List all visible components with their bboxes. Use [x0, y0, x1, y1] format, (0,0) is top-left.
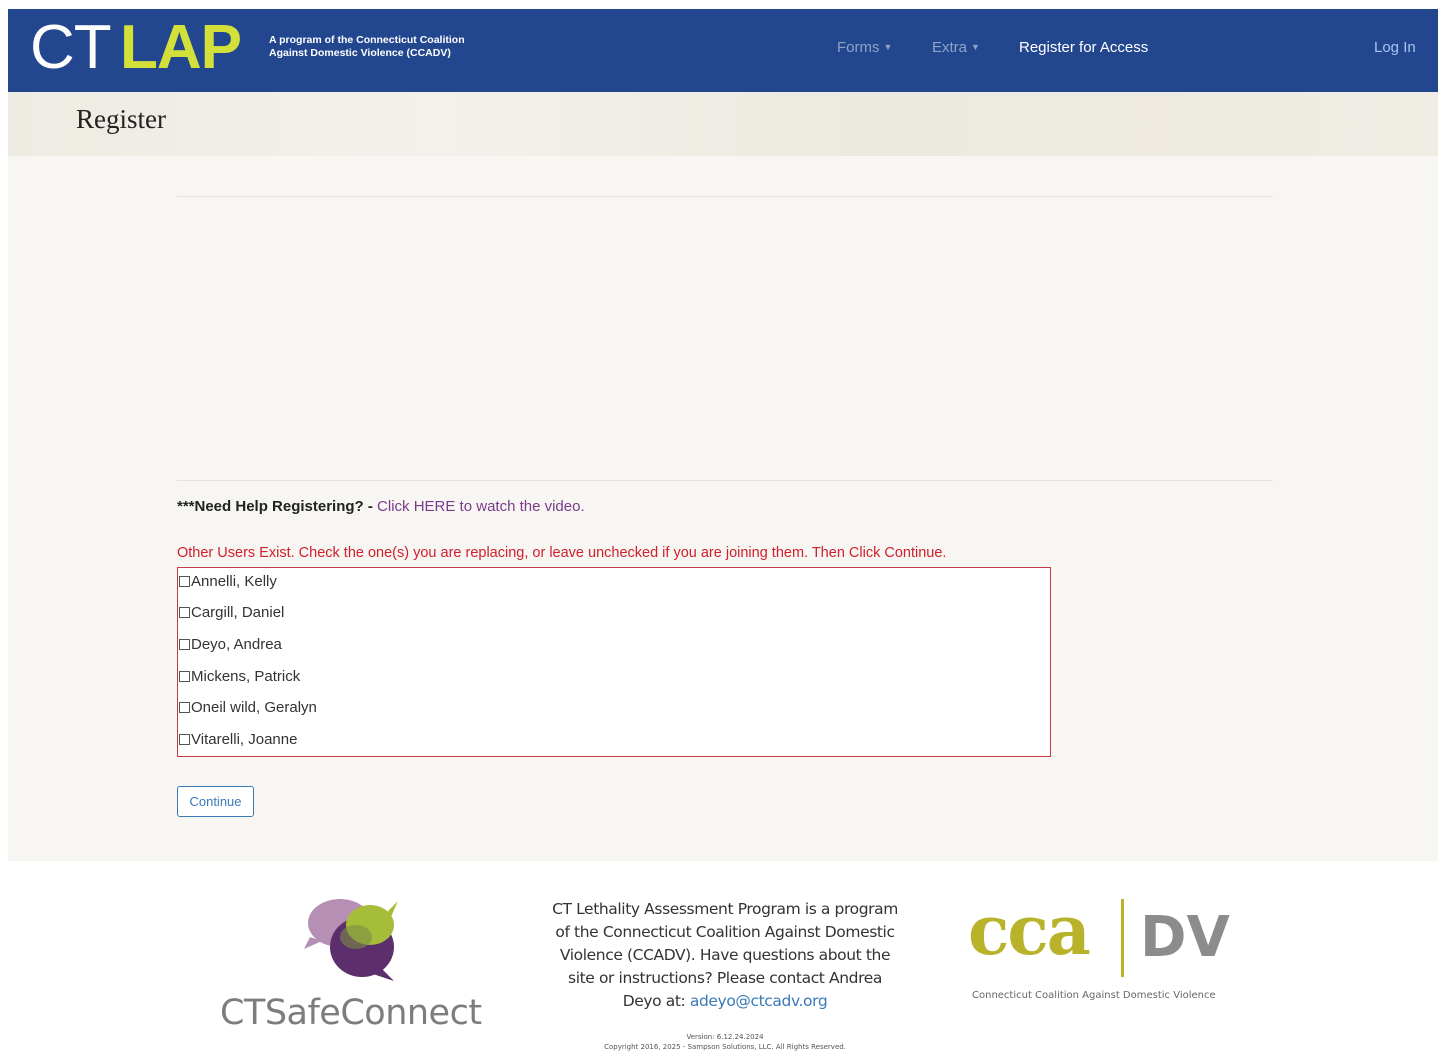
help-video-link[interactable]: Click HERE to watch the video.: [377, 498, 585, 515]
brand-logo-lap[interactable]: LAP: [120, 13, 242, 83]
user-option-deyo-andrea[interactable]: Deyo, Andrea: [179, 633, 282, 655]
ccadv-logo-subtitle: Connecticut Coalition Against Domestic V…: [972, 990, 1216, 1001]
nav-extra-dropdown[interactable]: Extra ▼: [932, 39, 980, 56]
main-content: ***Need Help Registering? - Click HERE t…: [8, 156, 1438, 861]
user-name: Cargill, Daniel: [191, 603, 285, 621]
user-option-vitarelli-joanne[interactable]: Vitarelli, Joanne: [179, 728, 297, 750]
help-registering-line: ***Need Help Registering? - Click HERE t…: [177, 498, 585, 515]
checkbox[interactable]: [179, 638, 190, 650]
user-option-annelli-kelly[interactable]: Annelli, Kelly: [179, 570, 277, 592]
footer-about-text: CT Lethality Assessment Program is a pro…: [548, 898, 902, 1013]
nav-forms-dropdown[interactable]: Forms ▼: [837, 39, 892, 56]
other-users-warning: Other Users Exist. Check the one(s) you …: [177, 545, 947, 561]
caret-down-icon: ▼: [971, 42, 980, 52]
version-info: Version: 6.12.24.2024 Copyright 2016, 20…: [548, 1032, 902, 1052]
user-name: Oneil wild, Geralyn: [191, 698, 317, 716]
copyright-text: Copyright 2016, 2025 - Sampson Solutions…: [604, 1043, 846, 1051]
ccadv-logo-dv: DV: [1140, 905, 1230, 970]
checkbox[interactable]: [179, 701, 190, 713]
nav-register-for-access[interactable]: Register for Access: [1019, 39, 1148, 56]
caret-down-icon: ▼: [883, 42, 893, 52]
page-title: Register: [76, 104, 166, 134]
user-option-cargill-daniel[interactable]: Cargill, Daniel: [179, 601, 284, 623]
brand-tagline: A program of the Connecticut Coalition A…: [269, 34, 465, 59]
nav-login-link[interactable]: Log In: [1374, 39, 1416, 56]
divider: [177, 480, 1273, 481]
page-header: Register: [8, 92, 1438, 156]
user-name: Mickens, Patrick: [191, 667, 301, 685]
ccadv-logo-divider: [1121, 899, 1124, 977]
brand-logo-ct[interactable]: CT: [30, 13, 112, 83]
ccadv-logo-cca: cca: [968, 891, 1091, 971]
checkbox[interactable]: [179, 670, 190, 682]
checkbox[interactable]: [179, 733, 190, 745]
user-name: Annelli, Kelly: [191, 572, 277, 590]
nav-forms-label: Forms: [837, 39, 880, 56]
divider: [177, 196, 1273, 197]
user-option-mickens-patrick[interactable]: Mickens, Patrick: [179, 665, 300, 687]
contact-email-link[interactable]: adeyo@ctcadv.org: [690, 992, 828, 1010]
user-name: Deyo, Andrea: [191, 635, 282, 653]
checkbox[interactable]: [179, 575, 190, 587]
ctsafeconnect-logo-icon: [304, 899, 398, 981]
nav-extra-label: Extra: [932, 39, 968, 56]
top-navbar: CT LAP A program of the Connecticut Coal…: [8, 9, 1438, 92]
user-option-oneil-wild-geralyn[interactable]: Oneil wild, Geralyn: [179, 696, 317, 718]
footer: CTSafeConnect CT Lethality Assessment Pr…: [0, 861, 1438, 1055]
help-label: ***Need Help Registering? -: [177, 498, 373, 515]
user-name: Vitarelli, Joanne: [191, 730, 298, 748]
version-text: Version: 6.12.24.2024: [686, 1033, 764, 1041]
user-checkbox-list: Annelli, Kelly Cargill, Daniel Deyo, And…: [177, 567, 1051, 757]
checkbox[interactable]: [179, 606, 190, 618]
ctsafeconnect-name: CTSafeConnect: [220, 993, 482, 1033]
continue-button[interactable]: Continue: [177, 786, 254, 817]
